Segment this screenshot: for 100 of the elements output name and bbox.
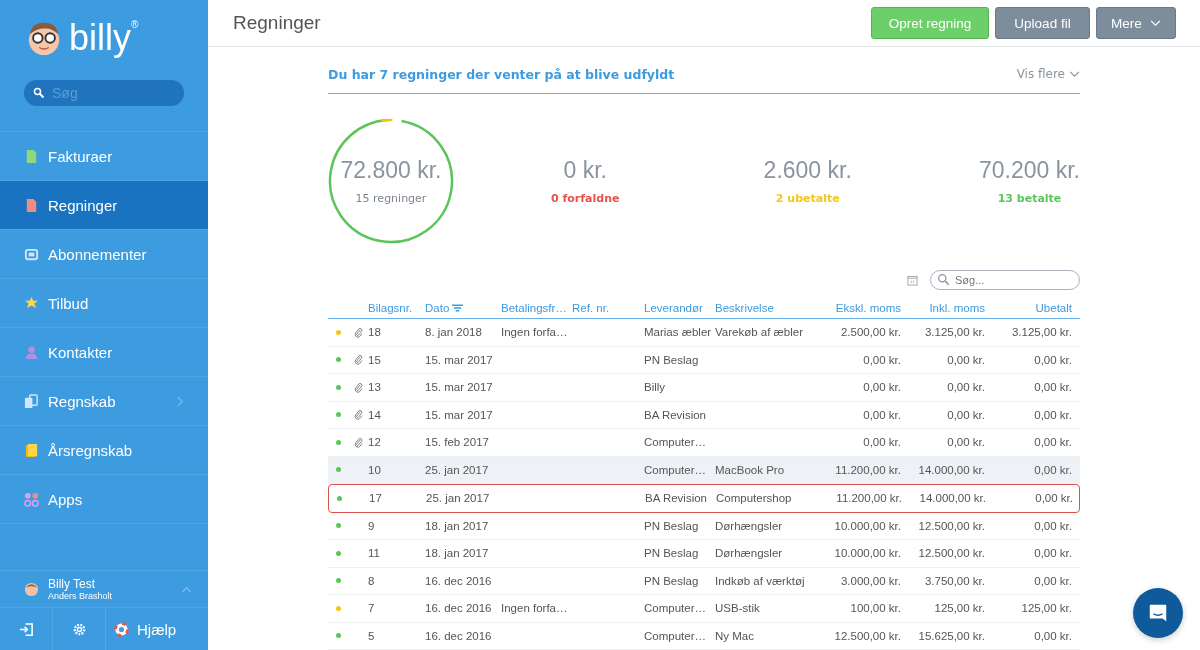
table-cell-text: 5: [368, 629, 376, 642]
banner-text: Du har 7 regninger der venter på at blive udfyldt: [328, 67, 675, 82]
table-cell-text: Marias æbler: [644, 326, 713, 339]
column-header[interactable]: Inkl. moms: [907, 302, 991, 314]
table-cell-text: 10: [368, 463, 382, 476]
stat-label: 2 ubetalte: [775, 192, 840, 205]
settings-icon[interactable]: [71, 621, 87, 637]
table-cell-text: 15. feb 2017: [425, 436, 490, 449]
table-cell-text: 17: [369, 492, 383, 505]
logout-icon[interactable]: [18, 621, 34, 637]
table-cell-text: 15. mar 2017: [425, 408, 494, 421]
table-row[interactable]: 9 18. jan 2017 PN Beslag Dørhængsler 10.000,00 kr. 12.500,00 kr. 0,00 kr.: [328, 512, 1080, 540]
table-row[interactable]: 17 25. jan 2017 BA Revision Computershop 11.200,00 kr. 14.000,00 kr. 0,00 kr.: [328, 484, 1080, 513]
avatar-icon: [24, 581, 39, 597]
table-cell-text: 11.200,00 kr.: [834, 463, 902, 476]
table-cell-text: 8: [368, 574, 376, 587]
document-icon: [24, 197, 39, 213]
table-row[interactable]: 15 15. mar 2017 PN Beslag 0,00 kr. 0,00 kr. 0,00 kr.: [328, 346, 1080, 374]
logo-text: billy$^{®}$: [69, 20, 139, 56]
table-cell-text: 100,00 kr.: [849, 602, 902, 615]
search-field[interactable]: Søg: [24, 80, 184, 106]
table-cell-text: 0,00 kr.: [1033, 547, 1073, 560]
table-cell-text: Ingen forfa…: [501, 602, 569, 615]
table-cell-text: 10.000,00 kr.: [833, 519, 902, 532]
column-header[interactable]: Beskrivelse: [715, 302, 820, 314]
header-button[interactable]: Opret regning: [871, 7, 989, 39]
column-header[interactable]: Dato: [425, 302, 501, 314]
table-row[interactable]: 18 8. jan 2018 Ingen forfa… Marias æbler Varekøb af æbler 2.500,00 kr. 3.125,00 kr. 3.125,00 kr.: [328, 319, 1080, 347]
stat-amount: 70.200 kr.: [978, 157, 1080, 184]
calendar-icon[interactable]: [907, 274, 918, 286]
table-cell-text: 0,00 kr.: [1033, 629, 1073, 642]
stat-amount: 0 kr.: [563, 157, 607, 184]
table-row[interactable]: 5 16. dec 2016 Computer… Ny Mac 12.500,00 kr. 15.625,00 kr. 0,00 kr.: [328, 622, 1080, 650]
total-count: 15 regninger: [355, 192, 427, 205]
table-cell-text: Computershop: [716, 492, 793, 505]
table-cell-text: Dørhængsler: [715, 547, 784, 560]
table-cell-text: 125,00 kr.: [1020, 602, 1073, 615]
lifebuoy-icon: [114, 621, 129, 637]
table-cell-text: 2.500,00 kr.: [839, 326, 902, 339]
table-row[interactable]: 8 16. dec 2016 PN Beslag Indkøb af værktøj 3.000,00 kr. 3.750,00 kr. 0,00 kr.: [328, 567, 1080, 595]
table-cell-text: 0,00 kr.: [1033, 436, 1073, 449]
page-title: Regninger: [233, 12, 321, 34]
table-cell-text: 0,00 kr.: [1033, 574, 1073, 587]
table-cell-text: 125,00 kr.: [933, 602, 986, 615]
total-amount: 72.800 kr.: [340, 157, 442, 184]
chevron-down-icon: [1149, 19, 1161, 27]
table-cell-text: 0,00 kr.: [862, 353, 902, 366]
column-header[interactable]: Ref. nr.: [572, 302, 644, 314]
column-header[interactable]: Ubetalt: [991, 302, 1080, 314]
table-cell-text: 18: [368, 326, 382, 339]
table-cell-text: 3.750,00 kr.: [923, 574, 986, 587]
table-cell-text: 16. dec 2016: [425, 602, 493, 615]
table-cell-text: 18. jan 2017: [425, 547, 490, 560]
chat-button[interactable]: [1133, 588, 1183, 638]
table-cell-text: 14.000,00 kr.: [917, 463, 986, 476]
table-row[interactable]: 11 18. jan 2017 PN Beslag Dørhængsler 10.000,00 kr. 12.500,00 kr. 0,00 kr.: [328, 540, 1080, 568]
table-row[interactable]: 14 15. mar 2017 BA Revision 0,00 kr. 0,00 kr. 0,00 kr.: [328, 401, 1080, 429]
column-header[interactable]: Bilagsnr.: [368, 302, 425, 314]
table-cell-text: 7: [368, 602, 376, 615]
table-cell-text: 0,00 kr.: [1033, 353, 1073, 366]
user-name: Billy Test: [48, 577, 97, 591]
table-cell-text: 15. mar 2017: [425, 353, 494, 366]
person-icon: [24, 344, 39, 360]
table-row[interactable]: 10 25. jan 2017 Computer… MacBook Pro 11.200,00 kr. 14.000,00 kr. 0,00 kr.: [328, 456, 1080, 484]
table-cell-text: 0,00 kr.: [1033, 408, 1073, 421]
chevron-down-icon: [1069, 70, 1080, 78]
help-button[interactable]: Hjælp: [106, 608, 208, 650]
column-header[interactable]: Leverandør: [644, 302, 715, 314]
table-cell-text: 9: [368, 519, 376, 532]
nav-item[interactable]: Regninger: [0, 181, 208, 230]
cards-icon: [24, 246, 39, 262]
table-cell-text: Computer…: [644, 436, 707, 449]
star-icon: [24, 295, 39, 311]
more-dropdown[interactable]: Mere: [1096, 7, 1176, 39]
table-search-field[interactable]: Søg...: [930, 270, 1080, 290]
table-cell-text: 12: [368, 436, 382, 449]
table-row[interactable]: 13 15. mar 2017 Billy 0,00 kr. 0,00 kr. 0,00 kr.: [328, 374, 1080, 402]
table-cell-text: USB-stik: [715, 602, 761, 615]
table-row[interactable]: 12 15. feb 2017 Computer… 0,00 kr. 0,00 kr. 0,00 kr.: [328, 429, 1080, 457]
table-cell-text: Indkøb af værktøj: [715, 574, 806, 587]
table-cell-text: 0,00 kr.: [1034, 492, 1074, 505]
column-header[interactable]: Betalingsfr…: [501, 302, 572, 314]
table-cell-text: 0,00 kr.: [862, 408, 902, 421]
stat-label: 13 betalte: [997, 192, 1062, 205]
show-more-link[interactable]: Vis flere: [1016, 67, 1080, 81]
table-cell-text: Billy: [644, 381, 667, 394]
table-cell-text: 12.500,00 kr.: [917, 519, 986, 532]
table-cell-text: 11: [368, 547, 381, 560]
table-cell-text: PN Beslag: [644, 547, 700, 560]
table-cell-text: Dørhængsler: [715, 519, 784, 532]
table-cell-text: PN Beslag: [644, 574, 700, 587]
table-cell-text: PN Beslag: [644, 353, 700, 366]
table-cell-text: 12.500,00 kr.: [833, 629, 902, 642]
column-header[interactable]: Ekskl. moms: [820, 302, 907, 314]
table-cell-text: BA Revision: [645, 492, 708, 505]
folder-icon: [24, 442, 39, 458]
table-row[interactable]: 7 16. dec 2016 Ingen forfa… Computer… USB-stik 100,00 kr. 125,00 kr. 125,00 kr.: [328, 595, 1080, 623]
table-cell-text: 13: [368, 381, 382, 394]
header-button[interactable]: Upload fil: [995, 7, 1090, 39]
table-cell-text: 0,00 kr.: [862, 436, 902, 449]
